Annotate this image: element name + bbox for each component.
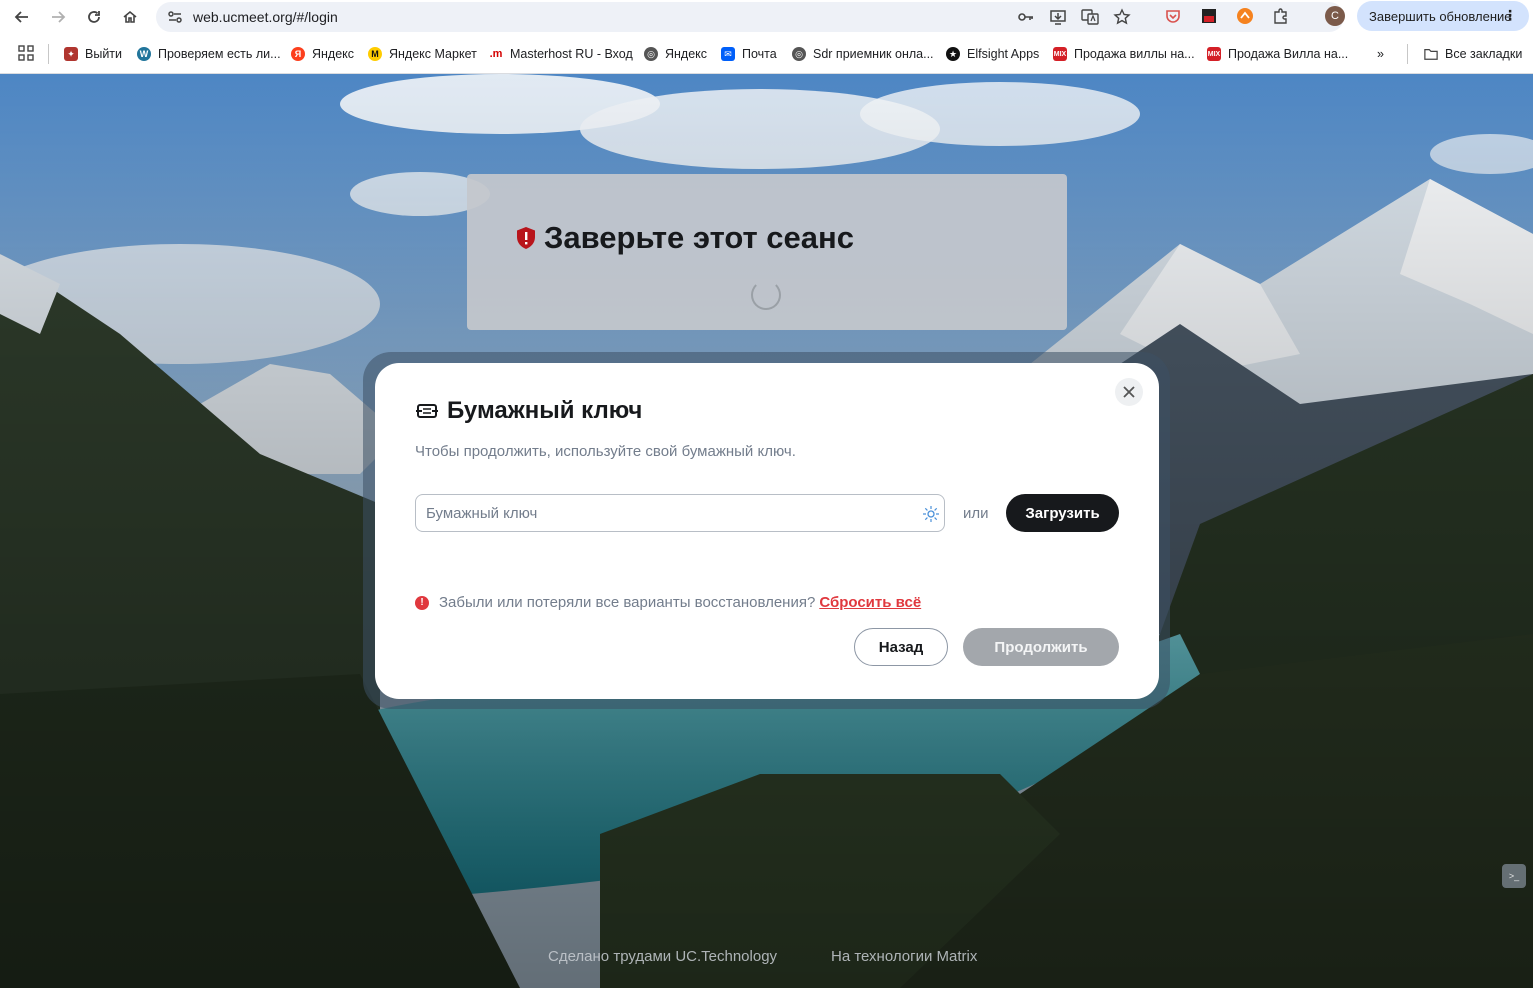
all-bookmarks-folder[interactable]: Все закладки bbox=[1424, 45, 1522, 63]
login-page: Заверьте этот сеанс Бумажный ключ Чтобы … bbox=[0, 74, 1533, 988]
bookmark-item[interactable]: MIX Продажа Вилла на... bbox=[1207, 45, 1348, 63]
reload-icon[interactable] bbox=[82, 5, 106, 29]
dialog-title-text: Бумажный ключ bbox=[447, 397, 643, 424]
bookmark-star-icon[interactable] bbox=[1112, 7, 1132, 27]
password-key-icon[interactable] bbox=[1016, 7, 1036, 27]
forgot-recovery-notice: ! Забыли или потеряли все варианты восст… bbox=[415, 594, 921, 611]
home-icon[interactable] bbox=[118, 5, 142, 29]
footer-made-by[interactable]: Сделано трудами UC.Technology bbox=[548, 948, 777, 965]
globe-icon: ◎ bbox=[792, 47, 806, 61]
back-button[interactable]: Назад bbox=[854, 628, 948, 666]
bookmark-label: Проверяем есть ли... bbox=[158, 47, 281, 61]
verify-session-card: Заверьте этот сеанс bbox=[467, 174, 1067, 330]
bookmark-item[interactable]: MIX Продажа виллы на... bbox=[1053, 45, 1195, 63]
site-settings-icon[interactable] bbox=[166, 8, 184, 31]
mix-news-icon: MIX bbox=[1207, 47, 1221, 61]
bookmarks-divider bbox=[48, 44, 49, 64]
bookmark-label: Elfsight Apps bbox=[967, 47, 1040, 61]
bookmark-label: Masterhost RU - Вход bbox=[510, 47, 633, 61]
mail-icon: ✉ bbox=[721, 47, 735, 61]
url-text[interactable]: web.ucmeet.org/#/login bbox=[193, 9, 338, 25]
finish-update-button[interactable]: Завершить обновление ⋮ bbox=[1357, 1, 1529, 31]
bookmark-label: Sdr приемник онла... bbox=[813, 47, 934, 61]
paper-key-input[interactable] bbox=[416, 495, 944, 531]
bookmark-item[interactable]: ◎ Яндекс bbox=[644, 45, 707, 63]
close-dialog-button[interactable] bbox=[1115, 378, 1143, 406]
bookmark-item[interactable]: Я Яндекс bbox=[291, 45, 354, 63]
yandex-market-icon: M bbox=[368, 47, 382, 61]
paper-key-dialog: Бумажный ключ Чтобы продолжить, использу… bbox=[375, 363, 1159, 699]
reset-all-link[interactable]: Сбросить всё bbox=[819, 594, 921, 611]
browser-menu-icon[interactable]: ⋮ bbox=[1503, 7, 1517, 23]
apps-grid-icon[interactable] bbox=[14, 41, 38, 65]
bookmark-item[interactable]: ✉ Почта bbox=[721, 45, 777, 63]
shield-warning-icon bbox=[517, 227, 535, 249]
side-panel-toggle-icon[interactable]: >_ bbox=[1502, 864, 1526, 888]
bookmark-label: Яндекс bbox=[312, 47, 355, 61]
profile-avatar[interactable]: C bbox=[1325, 6, 1345, 26]
forward-arrow-icon[interactable] bbox=[46, 5, 70, 29]
bookmark-label: Почта bbox=[742, 47, 777, 61]
back-arrow-icon[interactable] bbox=[10, 5, 34, 29]
bookmark-item[interactable]: ★ Elfsight Apps bbox=[946, 45, 1039, 63]
bookmark-item[interactable]: ◎ Sdr приемник онла... bbox=[792, 45, 934, 63]
extensions-puzzle-icon[interactable] bbox=[1271, 6, 1291, 26]
loading-spinner bbox=[751, 280, 781, 310]
dialog-title: Бумажный ключ bbox=[415, 397, 642, 425]
upload-button[interactable]: Загрузить bbox=[1006, 494, 1119, 532]
masterhost-icon: .m bbox=[489, 48, 503, 60]
bookmarks-divider bbox=[1407, 44, 1408, 64]
bookmark-item[interactable]: .m Masterhost RU - Вход bbox=[489, 45, 633, 63]
extension-pocket-icon[interactable] bbox=[1163, 6, 1183, 26]
more-bookmarks-chevron-icon[interactable]: » bbox=[1377, 45, 1384, 63]
install-app-icon[interactable] bbox=[1048, 7, 1068, 27]
footer-powered-by[interactable]: На технологии Matrix bbox=[831, 948, 977, 965]
globe-icon: ◎ bbox=[644, 47, 658, 61]
or-label: или bbox=[963, 505, 989, 522]
bookmark-label: Выйти bbox=[85, 47, 123, 61]
extension-adblock-icon[interactable] bbox=[1199, 6, 1219, 26]
folder-icon bbox=[1424, 47, 1438, 61]
bookmark-item[interactable]: W Проверяем есть ли... bbox=[137, 45, 281, 63]
bookmark-item[interactable]: ✦ Выйти bbox=[64, 45, 122, 63]
wordpress-icon: W bbox=[137, 47, 151, 61]
paper-key-field[interactable] bbox=[415, 494, 945, 532]
bookmarks-bar: ✦ Выйти W Проверяем есть ли... Я Яндекс … bbox=[0, 34, 1533, 74]
dialog-subtitle: Чтобы продолжить, используйте свой бумаж… bbox=[415, 443, 796, 460]
forgot-text: Забыли или потеряли все варианты восстан… bbox=[439, 594, 816, 611]
paper-key-icon bbox=[416, 404, 438, 418]
mix-news-icon: MIX bbox=[1053, 47, 1067, 61]
close-icon[interactable] bbox=[1123, 386, 1135, 398]
elfsight-icon: ★ bbox=[946, 47, 960, 61]
password-manager-icon[interactable] bbox=[922, 505, 940, 523]
verify-session-title: Заверьте этот сеанс bbox=[515, 220, 854, 256]
verify-session-title-text: Заверьте этот сеанс bbox=[544, 220, 854, 255]
continue-button[interactable]: Продолжить bbox=[963, 628, 1119, 666]
extension-orange-icon[interactable] bbox=[1235, 6, 1255, 26]
yandex-icon: Я bbox=[291, 47, 305, 61]
warning-icon: ! bbox=[415, 595, 429, 610]
bookmark-label: Продажа Вилла на... bbox=[1228, 47, 1349, 61]
coat-of-arms-icon: ✦ bbox=[64, 47, 78, 61]
translate-icon[interactable] bbox=[1080, 7, 1100, 27]
all-bookmarks-label: Все закладки bbox=[1445, 47, 1523, 61]
bookmark-label: Яндекс Маркет bbox=[389, 47, 477, 61]
bookmark-item[interactable]: M Яндекс Маркет bbox=[368, 45, 477, 63]
bookmark-label: Яндекс bbox=[665, 47, 708, 61]
bookmark-label: Продажа виллы на... bbox=[1074, 47, 1195, 61]
finish-update-label: Завершить обновление bbox=[1369, 8, 1512, 24]
browser-toolbar: web.ucmeet.org/#/login C Завершить обнов… bbox=[0, 0, 1533, 34]
